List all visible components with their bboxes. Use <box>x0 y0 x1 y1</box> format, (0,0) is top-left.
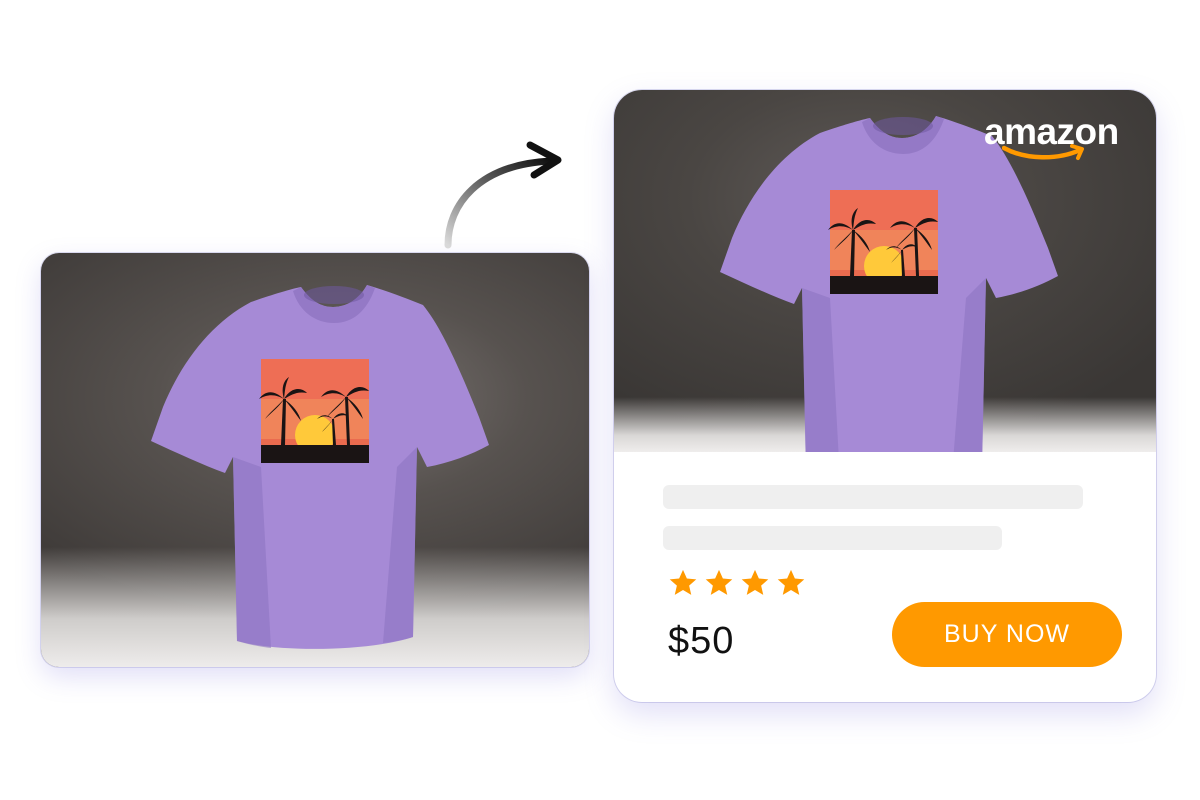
buy-now-button[interactable]: BUY NOW <box>892 602 1122 667</box>
star-icon <box>777 569 805 595</box>
amazon-logo: amazon <box>984 112 1134 168</box>
amazon-smile-icon <box>1002 144 1084 160</box>
tshirt-image <box>151 285 489 649</box>
product-card: amazon $50 BUY NOW <box>614 90 1156 702</box>
star-icon <box>705 569 733 595</box>
star-icon <box>669 569 697 595</box>
star-icon <box>741 569 769 595</box>
title-placeholder <box>663 485 1083 509</box>
product-image: amazon <box>614 90 1156 452</box>
price: $50 <box>668 620 735 662</box>
source-photo <box>41 253 589 667</box>
star-rating <box>668 568 806 598</box>
subtitle-placeholder <box>663 526 1002 550</box>
curved-arrow-icon <box>444 141 562 249</box>
